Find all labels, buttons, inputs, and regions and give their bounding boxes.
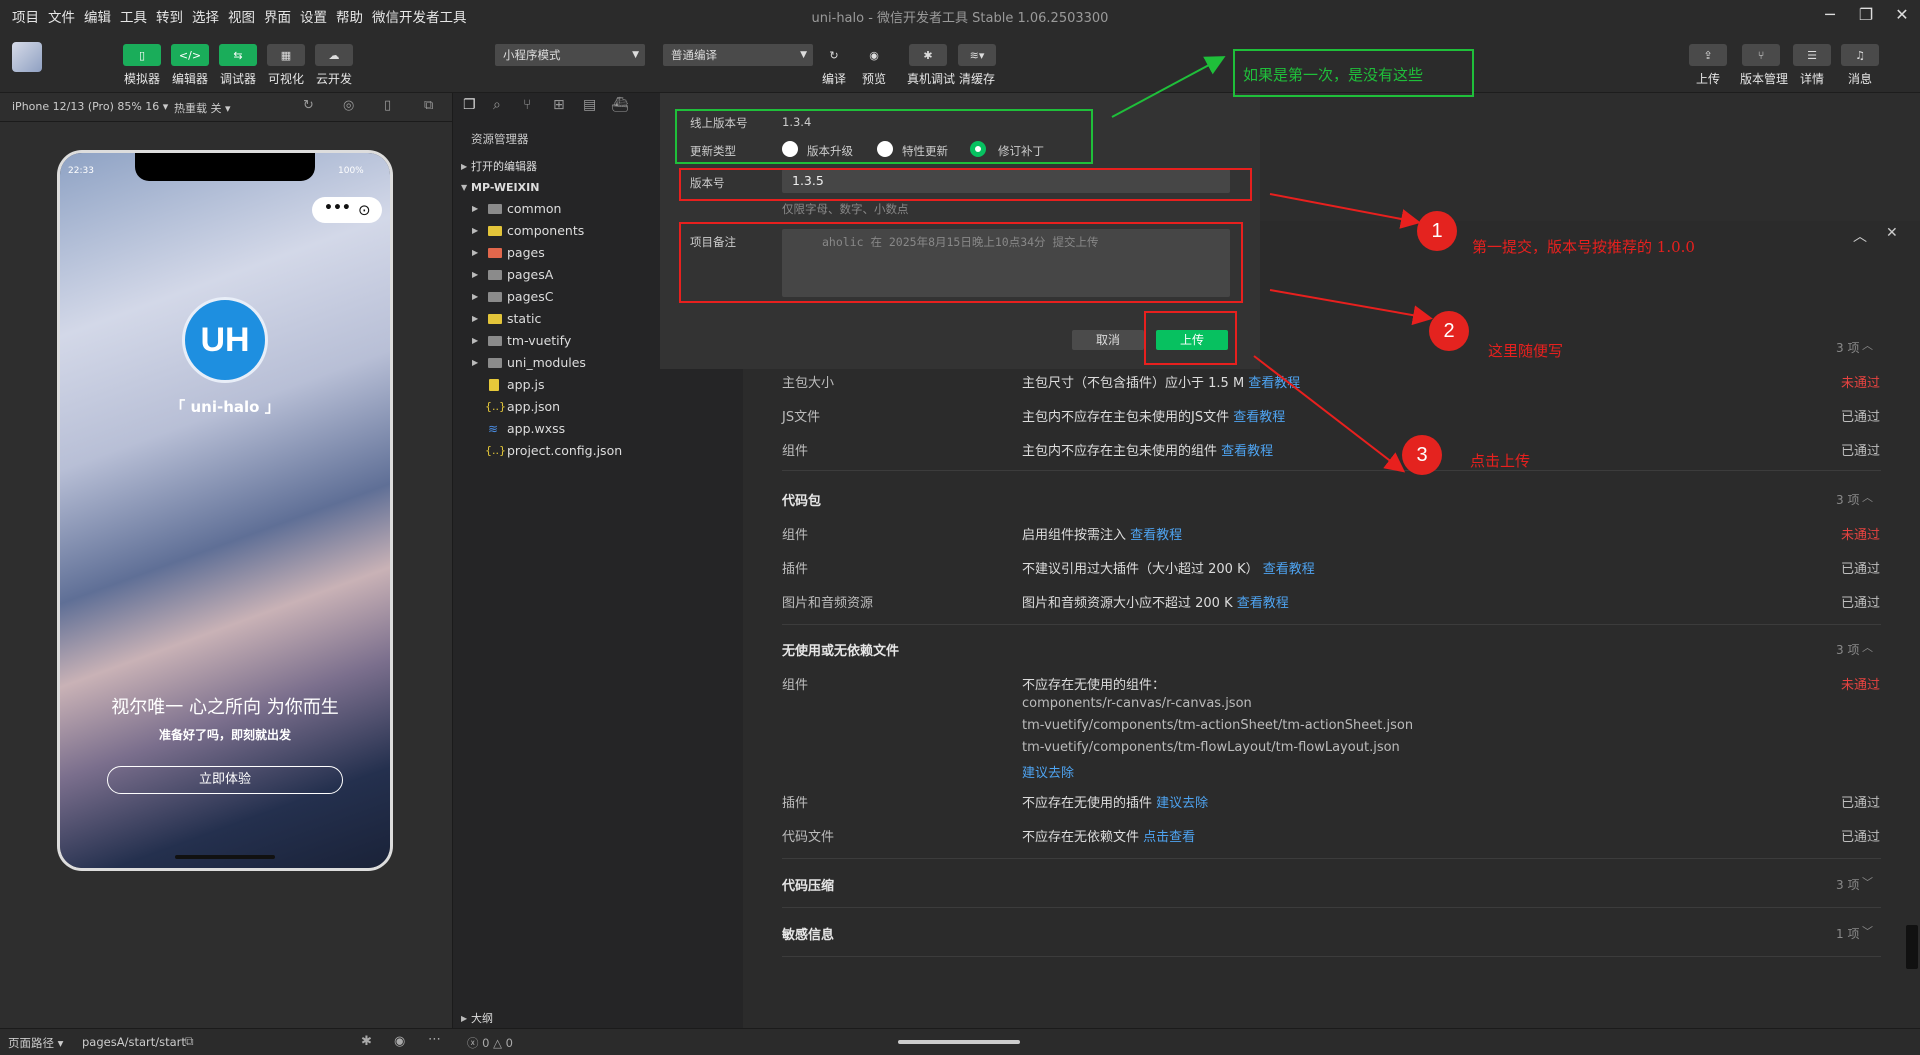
eye-icon[interactable]: ◉ bbox=[394, 1034, 405, 1049]
drag-handle[interactable] bbox=[898, 1040, 1020, 1044]
problems-indicator[interactable]: ⓧ 0 △ 0 bbox=[467, 1035, 513, 1051]
annotation-arrows bbox=[1111, 56, 1433, 473]
status-bar: 页面路径 ▾ pagesA/start/start ⧉ ✱ ◉ ⋯ ⓧ 0 △ … bbox=[0, 1028, 1920, 1055]
bug-icon[interactable]: ✱ bbox=[361, 1034, 372, 1049]
copy-icon[interactable]: ⧉ bbox=[185, 1034, 194, 1049]
page-path: pagesA/start/start bbox=[82, 1035, 186, 1049]
red-arrow-1 bbox=[1269, 193, 1421, 229]
red-arrow-3 bbox=[1253, 355, 1406, 473]
page-path-select[interactable]: 页面路径 ▾ bbox=[8, 1035, 63, 1051]
green-arrow bbox=[1111, 56, 1226, 118]
more-icon[interactable]: ⋯ bbox=[428, 1032, 441, 1047]
red-arrow-2 bbox=[1269, 289, 1433, 326]
